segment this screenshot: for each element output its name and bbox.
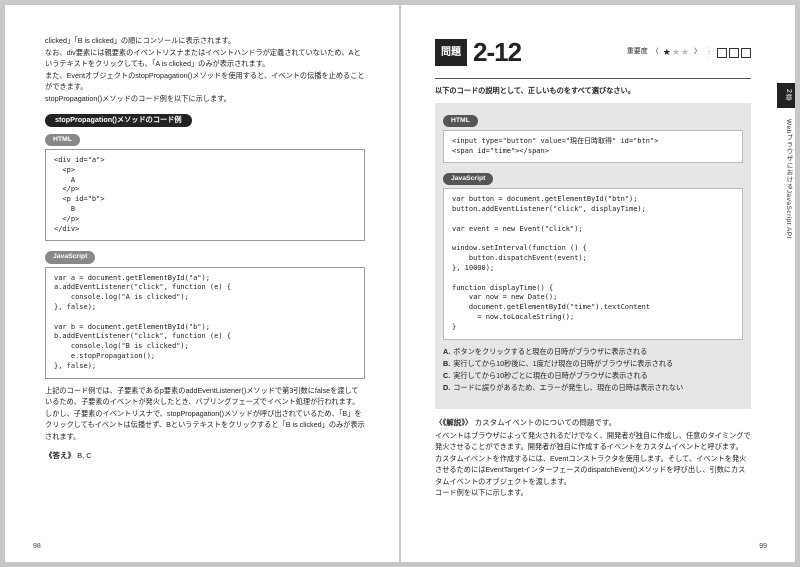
section-heading-stoppropagation: stopPropagation()メソッドのコード例: [45, 114, 192, 127]
question-stem: 以下のコードの説明として、正しいものをすべて選びなさい。: [435, 85, 751, 97]
explain-body: イベントはブラウザによって発火されるだけでなく、開発者が独自に作成し、任意のタイ…: [435, 430, 751, 499]
page-number: 99: [759, 542, 767, 553]
answer-value: B, C: [77, 451, 92, 460]
choice-c: C.実行してから10秒ごとに現在の日時がブラウザに表示される: [443, 370, 743, 382]
dots-icon: ⋮⋮: [705, 49, 713, 57]
code-label-js: JavaScript: [443, 173, 493, 185]
question-code-panel: HTML <input type="button" value="現在日時取得"…: [435, 103, 751, 409]
code-label-js: JavaScript: [45, 251, 95, 263]
intro-text: clicked」「B is clicked」の順にコンソールに表示されます。 な…: [45, 35, 365, 104]
page-number: 98: [33, 542, 41, 553]
choice-b: B.実行してから10秒後に、1度だけ現在の日時がブラウザに表示される: [443, 358, 743, 370]
explanation: 《解説》 カスタムイベントのについての問題です。 イベントはブラウザによって発火…: [435, 417, 751, 499]
question-number: 2-12: [473, 33, 521, 72]
page-99: 2章 WebブラウザにおけるJavaScript API 問題 2-12 重要度…: [401, 5, 795, 562]
check-box-1[interactable]: [717, 48, 727, 58]
chapter-side-label: WebブラウザにおけるJavaScript API: [777, 115, 795, 243]
importance-label: 重要度: [627, 47, 648, 58]
header-rule: [435, 78, 751, 79]
page-98: clicked」「B is clicked」の順にコンソールに表示されます。 な…: [5, 5, 399, 562]
code-block-js: var a = document.getElementById("a"); a.…: [45, 267, 365, 379]
question-badge: 問題: [435, 39, 467, 66]
choice-d: D.コードに誤りがあるため、エラーが発生し、現在の日時は表示されない: [443, 382, 743, 394]
check-boxes: [717, 48, 751, 58]
check-box-2[interactable]: [729, 48, 739, 58]
chapter-tab: 2章: [777, 83, 795, 108]
importance-stars: ★★★: [663, 46, 690, 60]
code-block-js: var button = document.getElementById("bt…: [443, 188, 743, 339]
explain-heading: 解説: [446, 418, 461, 427]
answer-choices: A.ボタンをクリックすると現在の日時がブラウザに表示される B.実行してから10…: [443, 346, 743, 395]
question-header: 問題 2-12 重要度 〈 ★★★ 〉 ⋮⋮: [435, 33, 751, 72]
after-code-text: 上記のコード例では、子要素であるp要素のaddEventListener()メソ…: [45, 385, 365, 443]
code-block-html: <input type="button" value="現在日時取得" id="…: [443, 130, 743, 164]
explain-lead: カスタムイベントのについての問題です。: [475, 418, 617, 427]
check-box-3[interactable]: [741, 48, 751, 58]
answer-label: 《答え》: [45, 451, 75, 460]
answer-line: 《答え》 B, C: [45, 450, 365, 461]
code-block-html: <div id="a"> <p> A </p> <p id="b"> B </p…: [45, 149, 365, 241]
code-label-html: HTML: [443, 115, 478, 127]
code-label-html: HTML: [45, 134, 80, 146]
choice-a: A.ボタンをクリックすると現在の日時がブラウザに表示される: [443, 346, 743, 358]
